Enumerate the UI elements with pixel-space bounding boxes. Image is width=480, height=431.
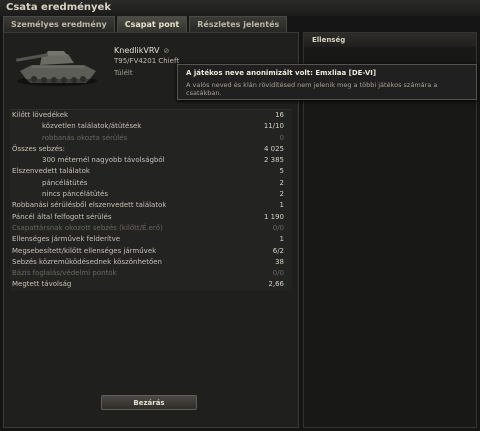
stat-label: közvetlen találatok/átütések [42, 122, 142, 131]
stat-row: Páncél által felfogott sérülés 1 190 [10, 212, 292, 223]
stat-label: Elszenvedett találatok [12, 167, 90, 176]
anonymized-player-tooltip: A játékos neve anonimizált volt: Emxliaa… [177, 64, 477, 100]
stat-row: nincs páncélátütés 2 [10, 189, 292, 200]
stat-value: 1 [279, 201, 284, 210]
stat-label: Páncél által felfogott sérülés [12, 212, 112, 221]
tooltip-title: A játékos neve anonimizált volt: Emxliaa… [186, 69, 377, 77]
enemy-panel-title: Ellenség [304, 33, 476, 47]
stat-label: nincs páncélátütés [42, 190, 108, 199]
stat-value: 11/10 [263, 122, 284, 131]
stat-value: 6/2 [272, 246, 284, 255]
stat-value: 2 [279, 190, 284, 199]
tab-detailed-report[interactable]: Részletes jelentés [189, 16, 288, 32]
stat-row: páncélátütés 2 [10, 178, 292, 189]
close-button[interactable]: Bezárás [101, 395, 197, 410]
player-name[interactable]: KnedlikVRV ⊘ [114, 46, 169, 55]
stat-value: 5 [279, 167, 284, 176]
stat-label: Robbanási sérülésből elszenvedett talála… [12, 201, 167, 210]
stat-row: Megsebesített/kilőtt ellenséges járművek… [10, 246, 292, 257]
stat-value: 2,66 [268, 280, 284, 289]
stat-row: Elszenvedett találatok 5 [10, 166, 292, 177]
stat-value: 0/0 [272, 269, 284, 278]
window-title: Csata eredmények [0, 0, 480, 16]
survival-status: Túlélt [114, 69, 133, 77]
stat-label: robbanás okozta sérülés [42, 133, 128, 142]
stat-value: 0/0 [272, 223, 284, 232]
stat-value: 2 [279, 178, 284, 187]
stat-row: Sebzés közreműködésednek köszönhetően 38 [10, 257, 292, 268]
stat-value: 38 [275, 257, 284, 266]
stat-row: Ellenséges járművek felderítve 1 [10, 234, 292, 245]
stat-label: páncélátütés [42, 178, 88, 187]
stats-table: Kilőtt lövedékek 16 közvetlen találatok/át… [10, 109, 292, 291]
stat-value: 1 190 [263, 212, 284, 221]
tooltip-body: A valós neved és klán rövidítésed nem je… [186, 81, 438, 97]
stat-label: Kilőtt lövedékek [12, 111, 69, 119]
stat-row: Kilőtt lövedékek 16 [10, 110, 292, 121]
stat-label: Sebzés közreműködésednek köszönhetően [12, 257, 162, 266]
stat-row: Csapattársnak okozott sebzés (kilőtt/É.e… [10, 223, 292, 234]
stat-label: Bázis foglalás/védelmi pontok [12, 269, 117, 278]
stat-value: 1 [279, 235, 284, 244]
stat-label: Megsebesített/kilőtt ellenséges járművek [12, 246, 157, 255]
stat-label: Ellenséges járművek felderítve [12, 235, 121, 244]
stat-row: Bázis foglalás/védelmi pontok 0/0 [10, 268, 292, 279]
stat-label: 300 méternél nagyobb távolságból [42, 156, 165, 165]
stat-row: robbanás okozta sérülés 0 [10, 133, 292, 144]
player-name-text: KnedlikVRV [114, 46, 160, 55]
stat-row: Összes sebzés: 4 025 [10, 144, 292, 155]
tank-name: T95/FV4201 Chieft [114, 57, 180, 65]
stat-value: 4 025 [263, 144, 284, 153]
stat-value: 0 [279, 133, 284, 142]
tank-icon [16, 51, 97, 86]
stat-row: Robbanási sérülésből elszenvedett talála… [10, 200, 292, 211]
stat-label: Összes sebzés: [12, 144, 66, 153]
stat-value: 16 [275, 111, 284, 119]
stat-label: Megtett távolság [12, 280, 72, 289]
stat-value: 2 385 [263, 156, 284, 165]
tab-bar: Személyes eredmény Csapat pont Részletes… [3, 16, 288, 32]
stat-label: Csapattársnak okozott sebzés (kilőtt/É.e… [12, 223, 163, 232]
stat-row: közvetlen találatok/átütések 11/10 [10, 121, 292, 132]
anonymizer-icon: ⊘ [163, 47, 170, 55]
tab-personal-result[interactable]: Személyes eredmény [3, 16, 115, 32]
stat-row: Megtett távolság 2,66 [10, 279, 292, 290]
tab-team-score[interactable]: Csapat pont [116, 16, 188, 32]
tank-image [12, 41, 102, 89]
stat-row: 300 méternél nagyobb távolságból 2 385 [10, 155, 292, 166]
